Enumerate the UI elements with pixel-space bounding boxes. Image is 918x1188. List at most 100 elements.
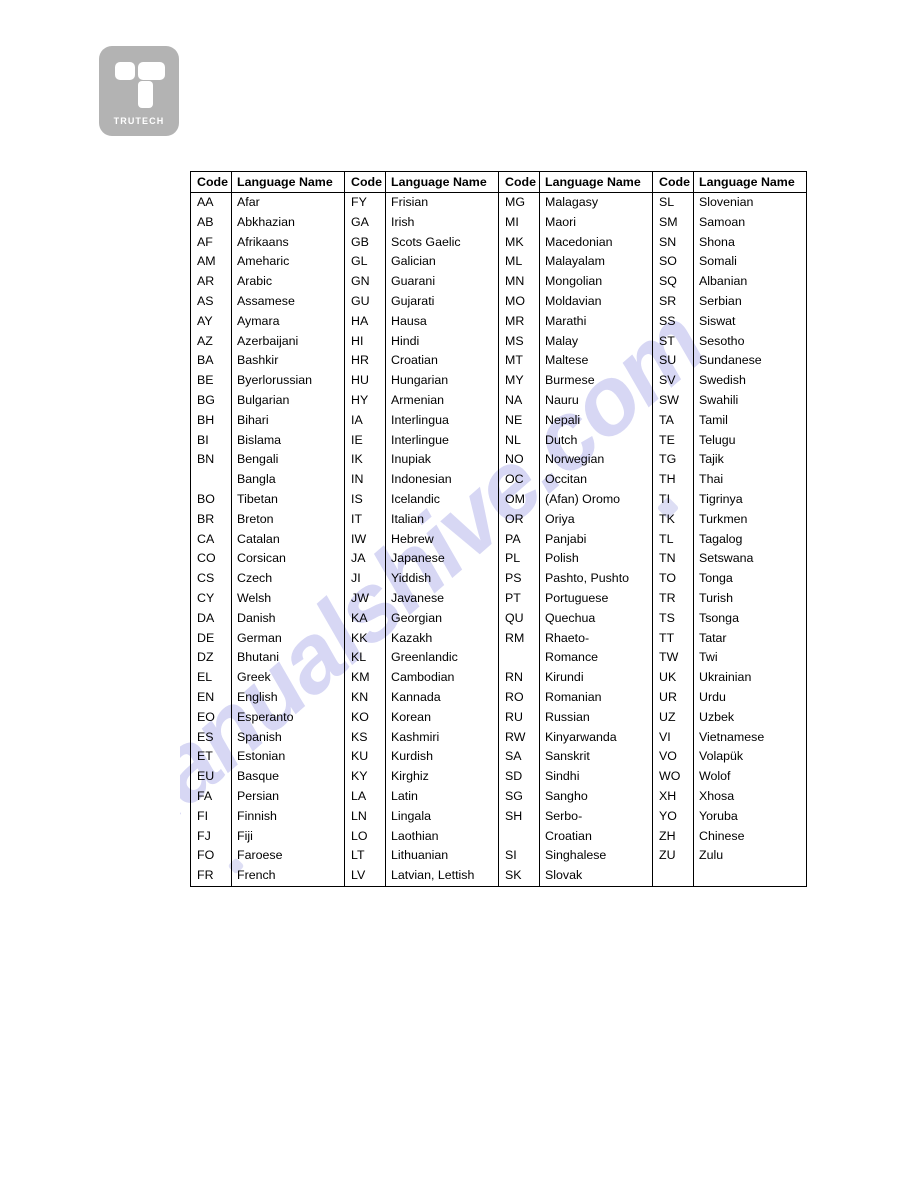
cell-language-code: NA xyxy=(498,390,540,411)
cell-language-name: Estonian xyxy=(231,747,345,768)
cell-language-name: Greenlandic xyxy=(385,648,499,669)
cell-language-name: Azerbaijani xyxy=(231,331,345,352)
cell-language-name: Turkmen xyxy=(693,509,807,530)
cell-language-code: EU xyxy=(190,767,232,787)
cell-language-name: Galician xyxy=(385,252,499,273)
cell-language-name: Tamil xyxy=(693,410,807,431)
cell-language-code: XH xyxy=(652,786,694,807)
cell-language-name: Georgian xyxy=(385,608,499,629)
cell-language-code: MG xyxy=(498,192,540,213)
cell-language-name: Aymara xyxy=(231,311,345,332)
cell-language-name: Ukrainian xyxy=(693,668,807,688)
cell-language-name: Bislama xyxy=(231,430,345,451)
column-header-language-name: Language Name xyxy=(231,171,345,193)
cell-language-name: Cambodian xyxy=(385,668,499,688)
cell-language-name: Shona xyxy=(693,232,807,253)
cell-language-code: KK xyxy=(344,628,386,649)
cell-language-code: TR xyxy=(652,588,694,609)
cell-language-name: Mongolian xyxy=(539,272,653,292)
cell-language-name: Sesotho xyxy=(693,331,807,352)
cell-language-code: RN xyxy=(498,668,540,688)
cell-language-name: Dutch xyxy=(539,430,653,451)
cell-language-code: BO xyxy=(190,489,232,510)
cell-language-code: SG xyxy=(498,786,540,807)
cell-language-code: JA xyxy=(344,549,386,570)
cell-language-code: TT xyxy=(652,628,694,649)
cell-language-code: KU xyxy=(344,747,386,768)
cell-language-code: BA xyxy=(190,351,232,372)
cell-language-name: Frisian xyxy=(385,192,499,213)
table-row: DE German KK Kazakh RM Rhaeto- TT Tatar xyxy=(190,628,807,649)
cell-language-code: IE xyxy=(344,430,386,451)
cell-language-name: Vietnamese xyxy=(693,727,807,748)
cell-language-name: Lingala xyxy=(385,806,499,827)
cell-language-code: CY xyxy=(190,588,232,609)
cell-language-code: DE xyxy=(190,628,232,649)
cell-language-code xyxy=(652,866,694,887)
cell-language-name: Maori xyxy=(539,212,653,233)
cell-language-name: Malagasy xyxy=(539,192,653,213)
cell-language-code: LV xyxy=(344,866,386,887)
cell-language-code: YO xyxy=(652,806,694,827)
cell-language-code: MK xyxy=(498,232,540,253)
cell-language-code: SW xyxy=(652,390,694,411)
cell-language-name: Bihari xyxy=(231,410,345,431)
cell-language-code: KS xyxy=(344,727,386,748)
cell-language-code: OC xyxy=(498,470,540,490)
cell-language-code: HY xyxy=(344,390,386,411)
cell-language-code: FJ xyxy=(190,826,232,847)
cell-language-code: MN xyxy=(498,272,540,292)
cell-language-code: OM xyxy=(498,489,540,510)
cell-language-name: Indonesian xyxy=(385,470,499,490)
table-row: BG Bulgarian HY Armenian NA Nauru SW Swahili xyxy=(190,390,807,411)
cell-language-code: SQ xyxy=(652,272,694,292)
cell-language-code: UK xyxy=(652,668,694,688)
cell-language-code: GB xyxy=(344,232,386,253)
cell-language-code: IK xyxy=(344,450,386,471)
cell-language-code: ZH xyxy=(652,826,694,847)
cell-language-name: Inupiak xyxy=(385,450,499,471)
cell-language-code: SM xyxy=(652,212,694,233)
cell-language-code: TO xyxy=(652,569,694,589)
cell-language-name: Tatar xyxy=(693,628,807,649)
cell-language-code: RO xyxy=(498,687,540,708)
cell-language-code: KN xyxy=(344,687,386,708)
cell-language-name: Sindhi xyxy=(539,767,653,787)
cell-language-code: MS xyxy=(498,331,540,352)
cell-language-name: Hebrew xyxy=(385,529,499,550)
cell-language-name: Polish xyxy=(539,549,653,570)
cell-language-name: Zulu xyxy=(693,846,807,867)
cell-language-name: Bengali xyxy=(231,450,345,471)
cell-language-code: SL xyxy=(652,192,694,213)
cell-language-code: SD xyxy=(498,767,540,787)
cell-language-name: Tibetan xyxy=(231,489,345,510)
cell-language-code: IN xyxy=(344,470,386,490)
table-row: BH Bihari IA Interlingua NE Nepali TA Tamil xyxy=(190,410,807,431)
cell-language-code: TE xyxy=(652,430,694,451)
cell-language-code: MY xyxy=(498,371,540,391)
cell-language-name: Faroese xyxy=(231,846,345,867)
cell-language-code: KY xyxy=(344,767,386,787)
cell-language-name: Swedish xyxy=(693,371,807,391)
cell-language-name: Norwegian xyxy=(539,450,653,471)
cell-language-code: CA xyxy=(190,529,232,550)
cell-language-name: Quechua xyxy=(539,608,653,629)
table-row: AA Afar FY Frisian MG Malagasy SL Slovenian xyxy=(190,192,807,213)
cell-language-name: Japanese xyxy=(385,549,499,570)
cell-language-name: Breton xyxy=(231,509,345,530)
cell-language-code: FA xyxy=(190,786,232,807)
cell-language-code: KA xyxy=(344,608,386,629)
table-row: BE Byerlorussian HU Hungarian MY Burmese SV Swe… xyxy=(190,371,807,391)
cell-language-code: IW xyxy=(344,529,386,550)
table-header: Code Language Name Code Language Name Code La… xyxy=(190,171,807,193)
column-header-language-name: Language Name xyxy=(693,171,807,193)
cell-language-code: ES xyxy=(190,727,232,748)
cell-language-name: Danish xyxy=(231,608,345,629)
cell-language-name: Thai xyxy=(693,470,807,490)
cell-language-code: BG xyxy=(190,390,232,411)
cell-language-name: Esperanto xyxy=(231,707,345,728)
column-header-code: Code xyxy=(344,171,386,193)
cell-language-name: Byerlorussian xyxy=(231,371,345,391)
cell-language-name: Italian xyxy=(385,509,499,530)
cell-language-name: Kurdish xyxy=(385,747,499,768)
